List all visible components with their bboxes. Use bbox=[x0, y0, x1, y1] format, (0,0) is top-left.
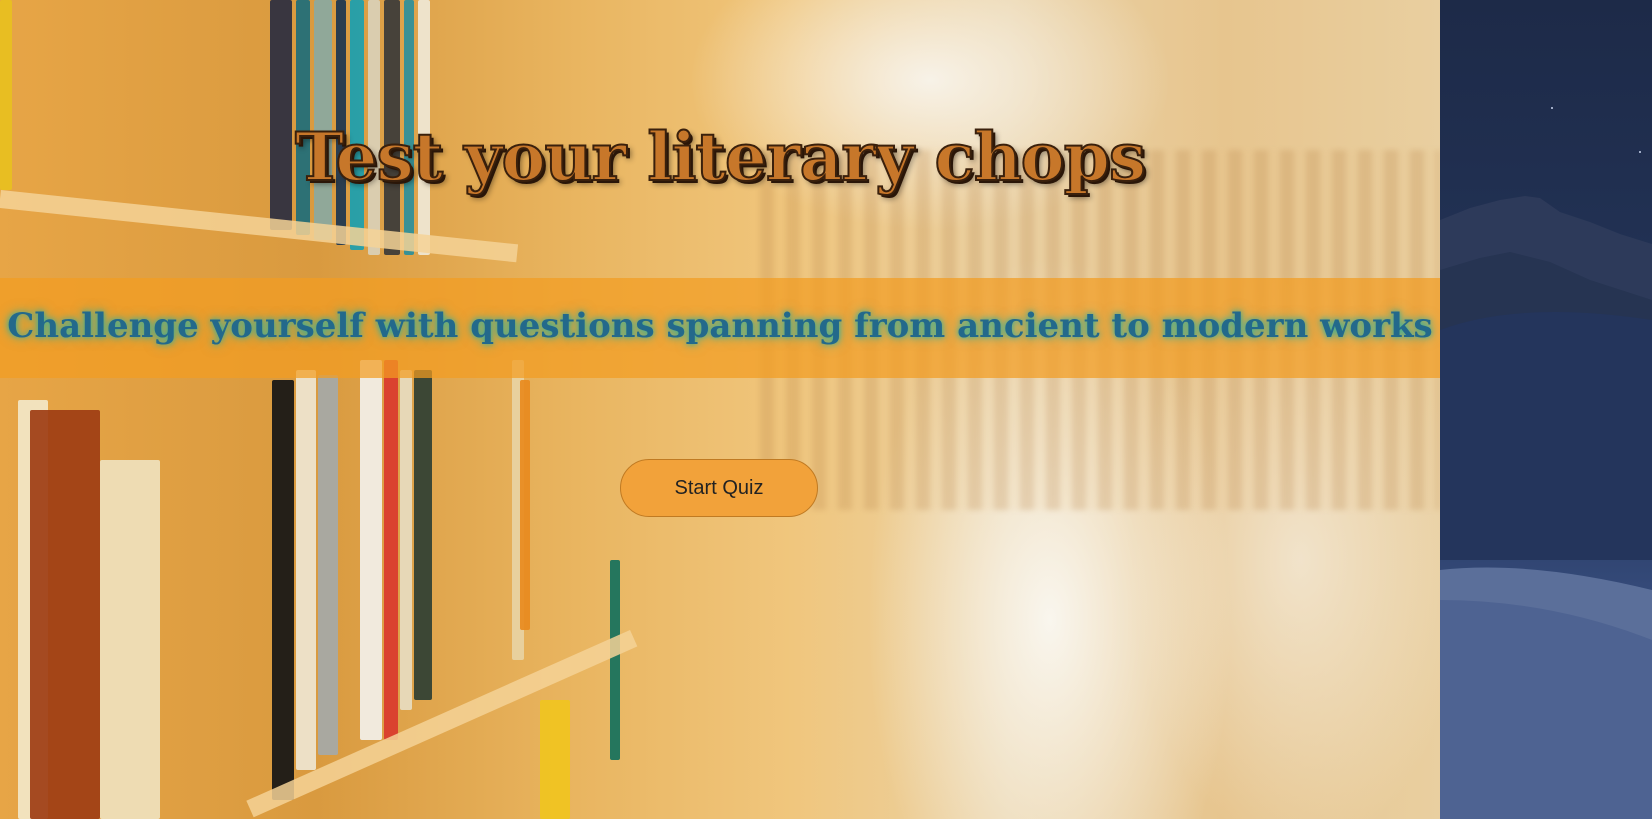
book-spine bbox=[610, 560, 620, 760]
book-spine bbox=[400, 370, 412, 710]
book-spine bbox=[318, 375, 338, 755]
shelf-board bbox=[0, 190, 519, 263]
book-spine bbox=[272, 380, 294, 800]
quiz-landing-page: Test your literary chops Challenge yours… bbox=[0, 0, 1440, 819]
book-spine bbox=[100, 460, 160, 819]
start-quiz-button[interactable]: Start Quiz bbox=[620, 459, 818, 517]
book-spine bbox=[296, 370, 316, 770]
book-spine bbox=[30, 410, 100, 819]
star bbox=[1551, 107, 1553, 109]
desktop-wallpaper bbox=[1440, 0, 1652, 819]
book-spine bbox=[360, 360, 382, 740]
book-spine bbox=[384, 360, 398, 740]
dune bbox=[1440, 312, 1652, 560]
page-subtitle: Challenge yourself with questions spanni… bbox=[7, 306, 1433, 346]
star bbox=[1639, 151, 1641, 153]
desert-night-wallpaper bbox=[1440, 107, 1652, 819]
book-spine bbox=[414, 370, 432, 700]
book-spine bbox=[520, 380, 530, 630]
book-spine bbox=[540, 700, 570, 819]
dune bbox=[1440, 600, 1652, 819]
page-title: Test your literary chops bbox=[294, 117, 1147, 197]
